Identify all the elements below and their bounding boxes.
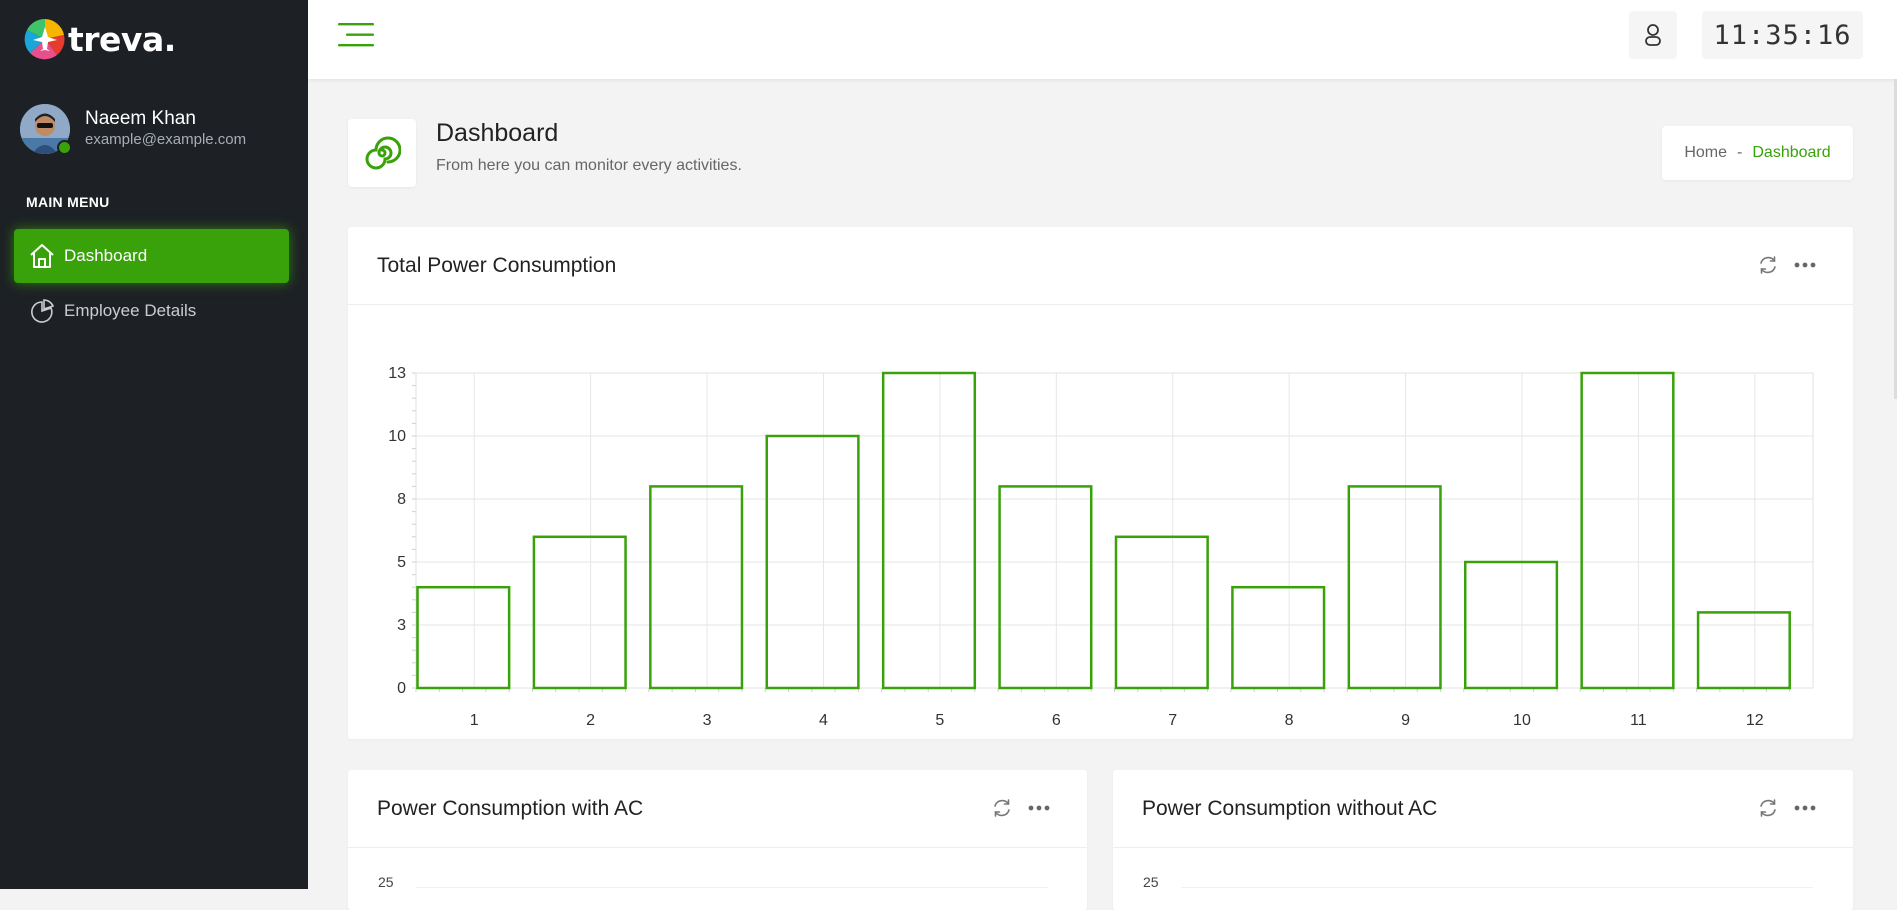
- spiral-icon: [365, 136, 401, 170]
- digital-clock: 11:35:16: [1702, 11, 1863, 59]
- bar: [532, 535, 627, 690]
- x-tick-label: 2: [586, 712, 595, 729]
- breadcrumb-separator: -: [1737, 144, 1743, 161]
- y-tick-label: 3: [397, 617, 406, 634]
- y-tick-label: 0: [397, 680, 406, 697]
- pie-chart-icon: [27, 296, 57, 326]
- more-options-icon[interactable]: [1791, 251, 1819, 279]
- x-tick-label: 10: [1513, 712, 1531, 729]
- online-status-indicator: [57, 140, 72, 155]
- avatar[interactable]: [20, 104, 72, 155]
- x-tick-label: 5: [935, 712, 944, 729]
- logo-icon: [24, 18, 65, 60]
- card-title: Power Consumption without AC: [1142, 797, 1438, 820]
- page-subtitle: From here you can monitor every activiti…: [436, 157, 742, 174]
- app-logo[interactable]: treva.: [24, 18, 176, 60]
- y-tick-label: 5: [397, 554, 406, 571]
- x-tick-label: 7: [1168, 712, 1177, 729]
- page-title: Dashboard: [436, 119, 559, 147]
- more-options-icon[interactable]: [1791, 794, 1819, 822]
- card-tools: [979, 794, 1053, 822]
- bar: [1114, 535, 1209, 690]
- bar: [1347, 485, 1442, 690]
- y-tick-label: 25: [378, 874, 394, 888]
- x-tick-label: 8: [1285, 712, 1294, 729]
- card-tools: [1745, 794, 1819, 822]
- sidebar-item-label: Dashboard: [64, 246, 148, 265]
- more-options-icon[interactable]: [1025, 794, 1053, 822]
- x-tick-label: 3: [703, 712, 712, 729]
- x-tick-label: 12: [1746, 712, 1764, 729]
- x-tick-label: 4: [819, 712, 828, 729]
- bar: [998, 485, 1093, 690]
- bar: [649, 485, 744, 690]
- refresh-icon[interactable]: [988, 794, 1016, 822]
- user-account-button[interactable]: [1629, 11, 1677, 59]
- bar: [1231, 585, 1326, 690]
- card-title: Power Consumption with AC: [377, 797, 644, 820]
- x-tick-label: 6: [1052, 712, 1061, 729]
- sidebar-item-dashboard[interactable]: Dashboard: [14, 229, 289, 283]
- home-icon: [27, 241, 57, 271]
- y-tick-label: 8: [397, 491, 406, 508]
- without-ac-chart-preview: 25: [1143, 874, 1813, 888]
- sidebar-item-label: Employee Details: [64, 301, 197, 320]
- total-power-card: Total Power Consumption 0 3 5 8 10 13 1 2 3 4 5 6 7 8…: [348, 227, 1853, 739]
- breadcrumb-home-link[interactable]: Home: [1684, 144, 1727, 162]
- card-title: Total Power Consumption: [377, 254, 617, 277]
- user-profile[interactable]: Naeem Khan example@example.com: [20, 104, 247, 155]
- power-with-ac-card: Power Consumption with AC 25: [348, 770, 1087, 910]
- refresh-icon[interactable]: [1754, 794, 1782, 822]
- menu-toggle-icon[interactable]: [338, 22, 378, 48]
- y-tick-label: 13: [388, 365, 406, 382]
- card-tools: [1745, 251, 1819, 279]
- with-ac-chart-preview: 25: [378, 874, 1048, 888]
- y-tick-label: 25: [1143, 874, 1159, 888]
- refresh-icon[interactable]: [1754, 251, 1782, 279]
- x-tick-label: 9: [1401, 712, 1410, 729]
- card-header: Power Consumption without AC: [1113, 770, 1853, 848]
- sidebar-item-employee-details[interactable]: Employee Details: [14, 284, 289, 338]
- breadcrumb-current: Dashboard: [1752, 144, 1831, 161]
- card-header: Power Consumption with AC: [348, 770, 1087, 848]
- user-email: example@example.com: [85, 131, 247, 148]
- card-header: Total Power Consumption: [348, 227, 1853, 305]
- power-without-ac-card: Power Consumption without AC 25: [1113, 770, 1853, 910]
- x-tick-label: 1: [470, 712, 479, 729]
- x-tick-label: 11: [1630, 712, 1647, 729]
- user-name: Naeem Khan: [85, 108, 196, 129]
- y-tick-label: 10: [388, 428, 406, 445]
- app-name: treva.: [68, 19, 176, 59]
- bar: [416, 585, 511, 690]
- user-icon: [1645, 24, 1661, 46]
- page-icon: [348, 119, 416, 187]
- top-bar: 11:35:16: [308, 0, 1897, 79]
- breadcrumb: Home - Dashboard: [1662, 126, 1853, 180]
- sidebar: treva. Naeem Khan example@example.com MA…: [0, 0, 308, 889]
- bar: [1696, 611, 1791, 690]
- main-menu-heading: MAIN MENU: [26, 194, 110, 210]
- bar: [1580, 371, 1675, 690]
- power-bar-chart: 035810131 2 3 4 5 6 7 8 9 10 11 12: [388, 365, 1814, 729]
- bar: [881, 371, 977, 690]
